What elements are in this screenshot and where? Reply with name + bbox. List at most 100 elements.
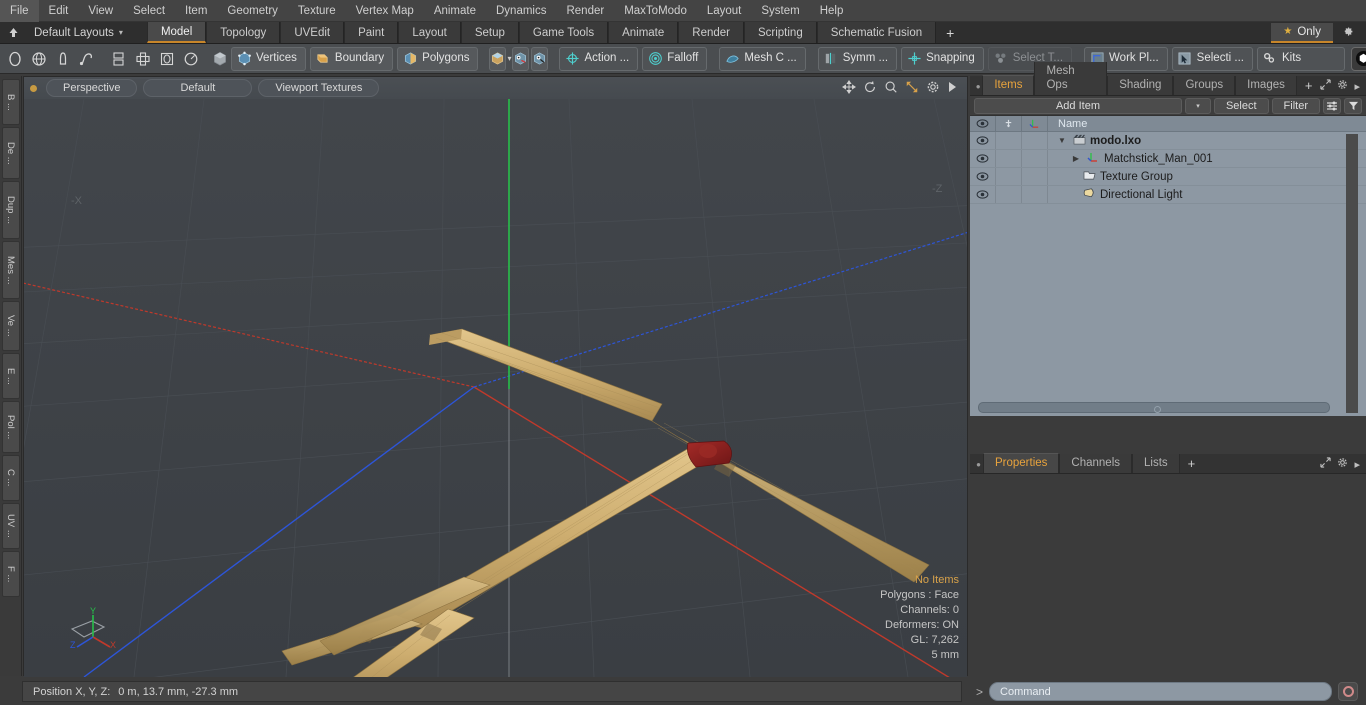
viewport-style-selector[interactable]: Default xyxy=(143,79,253,97)
viewport-shading-selector[interactable]: Viewport Textures xyxy=(258,79,380,97)
row-visibility-toggle[interactable] xyxy=(970,150,996,167)
vtab-uv[interactable]: UV ... xyxy=(1,503,20,549)
menu-maxtomodo[interactable]: MaxToModo xyxy=(614,0,697,22)
menu-help[interactable]: Help xyxy=(810,0,854,22)
vtab-fusion[interactable]: F ... xyxy=(1,551,20,597)
tab-topology[interactable]: Topology xyxy=(206,22,281,43)
viewport-axis-gizmo[interactable]: Y X Z xyxy=(64,606,124,663)
menu-file[interactable]: File xyxy=(0,0,39,22)
row-lock-cell[interactable] xyxy=(996,132,1022,149)
play-icon[interactable] xyxy=(947,81,957,95)
select-button[interactable]: Select xyxy=(1213,97,1269,114)
item-tree-horizontal-scrollbar[interactable] xyxy=(978,402,1330,413)
row-axis-cell[interactable] xyxy=(1022,132,1048,149)
menu-vertex-map[interactable]: Vertex Map xyxy=(346,0,424,22)
row-name-cell[interactable]: ▼ modo.lxo xyxy=(1048,134,1366,148)
selection-sets-button[interactable]: Selecti ... xyxy=(1171,46,1253,71)
list-options-icon[interactable] xyxy=(1323,97,1341,114)
pen-icon[interactable] xyxy=(51,47,75,71)
vtab-vertex[interactable]: Ve ... xyxy=(1,301,20,351)
tab-mesh-ops[interactable]: Mesh Ops xyxy=(1034,62,1108,95)
globe-icon[interactable] xyxy=(27,47,51,71)
table-row[interactable]: ▼ modo.lxo xyxy=(970,132,1366,150)
vtab-basic[interactable]: B ... xyxy=(1,79,20,125)
viewport-3d-canvas[interactable]: -X -Z Y X Z No Items Polygons : Face Cha… xyxy=(24,99,967,677)
panel-menu-dot-icon[interactable]: ● xyxy=(974,82,982,95)
row-name-cell[interactable]: Directional Light xyxy=(1048,187,1366,202)
row-name-cell[interactable]: Texture Group xyxy=(1048,170,1366,184)
row-name-cell[interactable]: ▶ Matchstick_Man_001 xyxy=(1048,151,1366,166)
menu-texture[interactable]: Texture xyxy=(288,0,346,22)
gear-icon[interactable] xyxy=(926,80,940,96)
filter-funnel-icon[interactable] xyxy=(1344,97,1362,114)
tab-model[interactable]: Model xyxy=(146,22,207,43)
item-tree-vertical-scrollbar[interactable] xyxy=(1346,134,1358,413)
fit-icon[interactable] xyxy=(905,80,919,96)
vtab-edge[interactable]: E ... xyxy=(1,353,20,399)
zoom-icon[interactable] xyxy=(884,80,898,96)
ellipse-icon[interactable] xyxy=(3,47,27,71)
tab-layout[interactable]: Layout xyxy=(398,22,461,43)
row-axis-cell[interactable] xyxy=(1022,186,1048,203)
tab-scripting[interactable]: Scripting xyxy=(743,22,817,43)
add-panel-tab-button[interactable]: + xyxy=(1297,79,1321,95)
vtab-curve[interactable]: C ... xyxy=(1,455,20,501)
command-input[interactable]: Command xyxy=(989,682,1332,701)
filter-button[interactable]: Filter xyxy=(1271,97,1320,114)
substance-icon[interactable] xyxy=(1350,46,1366,71)
radial-icon[interactable] xyxy=(179,47,203,71)
tab-shading[interactable]: Shading xyxy=(1107,76,1174,95)
row-lock-cell[interactable] xyxy=(996,186,1022,203)
only-toggle-button[interactable]: ★ Only xyxy=(1271,22,1333,43)
item-mode-button[interactable] xyxy=(489,46,507,71)
row-lock-cell[interactable] xyxy=(996,150,1022,167)
expand-icon[interactable] xyxy=(1320,79,1332,93)
tab-properties[interactable]: Properties xyxy=(983,453,1060,473)
item-tree-list[interactable]: Name ▼ modo.lxo ▶ Matchstick_Man_001 Tex… xyxy=(970,116,1366,416)
twisty-icon[interactable]: ▼ xyxy=(1056,136,1068,145)
action-center-button[interactable]: Action ... xyxy=(559,46,639,71)
menu-layout[interactable]: Layout xyxy=(697,0,752,22)
menu-geometry[interactable]: Geometry xyxy=(217,0,288,22)
tab-game-tools[interactable]: Game Tools xyxy=(518,22,609,43)
frame-icon[interactable] xyxy=(155,47,179,71)
tab-schematic-fusion[interactable]: Schematic Fusion xyxy=(816,22,937,43)
tab-channels[interactable]: Channels xyxy=(1059,454,1133,473)
menu-item[interactable]: Item xyxy=(175,0,217,22)
home-icon[interactable] xyxy=(0,22,26,43)
selmode-polygons-button[interactable]: Polygons xyxy=(397,46,479,71)
vtab-polygon[interactable]: Pol ... xyxy=(1,401,20,453)
select-through-icon[interactable] xyxy=(512,46,530,71)
table-row[interactable]: Directional Light xyxy=(970,186,1366,204)
mirror-icon[interactable] xyxy=(107,47,131,71)
curve-icon[interactable] xyxy=(75,47,99,71)
tab-uvedit[interactable]: UVEdit xyxy=(280,22,345,43)
menu-dynamics[interactable]: Dynamics xyxy=(486,0,556,22)
vtab-mesh-edit[interactable]: Mes ... xyxy=(1,241,20,299)
vtab-deform[interactable]: De ... xyxy=(1,127,20,179)
layout-picker[interactable]: Default Layouts ▾ xyxy=(26,22,131,43)
move-icon[interactable] xyxy=(842,80,856,96)
chevron-down-icon[interactable]: ▾ xyxy=(507,54,511,63)
row-axis-cell[interactable] xyxy=(1022,150,1048,167)
viewport-projection-selector[interactable]: Perspective xyxy=(46,79,138,97)
symmetry-button[interactable]: Symm ... xyxy=(817,46,898,71)
chevron-right-icon[interactable]: ▸ xyxy=(1354,80,1360,93)
kits-button[interactable]: Kits xyxy=(1256,46,1345,71)
gear-icon[interactable] xyxy=(1337,457,1348,471)
rotate-icon[interactable] xyxy=(863,80,877,96)
tab-animate[interactable]: Animate xyxy=(608,22,679,43)
add-properties-tab-button[interactable]: + xyxy=(1180,457,1204,473)
tab-groups[interactable]: Groups xyxy=(1173,76,1236,95)
menu-view[interactable]: View xyxy=(78,0,123,22)
twisty-icon[interactable]: ▶ xyxy=(1070,154,1082,163)
panel-menu-dot-icon[interactable]: ● xyxy=(974,460,983,473)
menu-edit[interactable]: Edit xyxy=(39,0,79,22)
menu-animate[interactable]: Animate xyxy=(424,0,486,22)
add-item-button[interactable]: Add Item xyxy=(974,97,1182,114)
expand-icon[interactable] xyxy=(1320,457,1332,471)
row-visibility-toggle[interactable] xyxy=(970,168,996,185)
center-icon[interactable] xyxy=(131,47,155,71)
row-visibility-toggle[interactable] xyxy=(970,186,996,203)
gear-icon[interactable] xyxy=(1337,79,1348,93)
